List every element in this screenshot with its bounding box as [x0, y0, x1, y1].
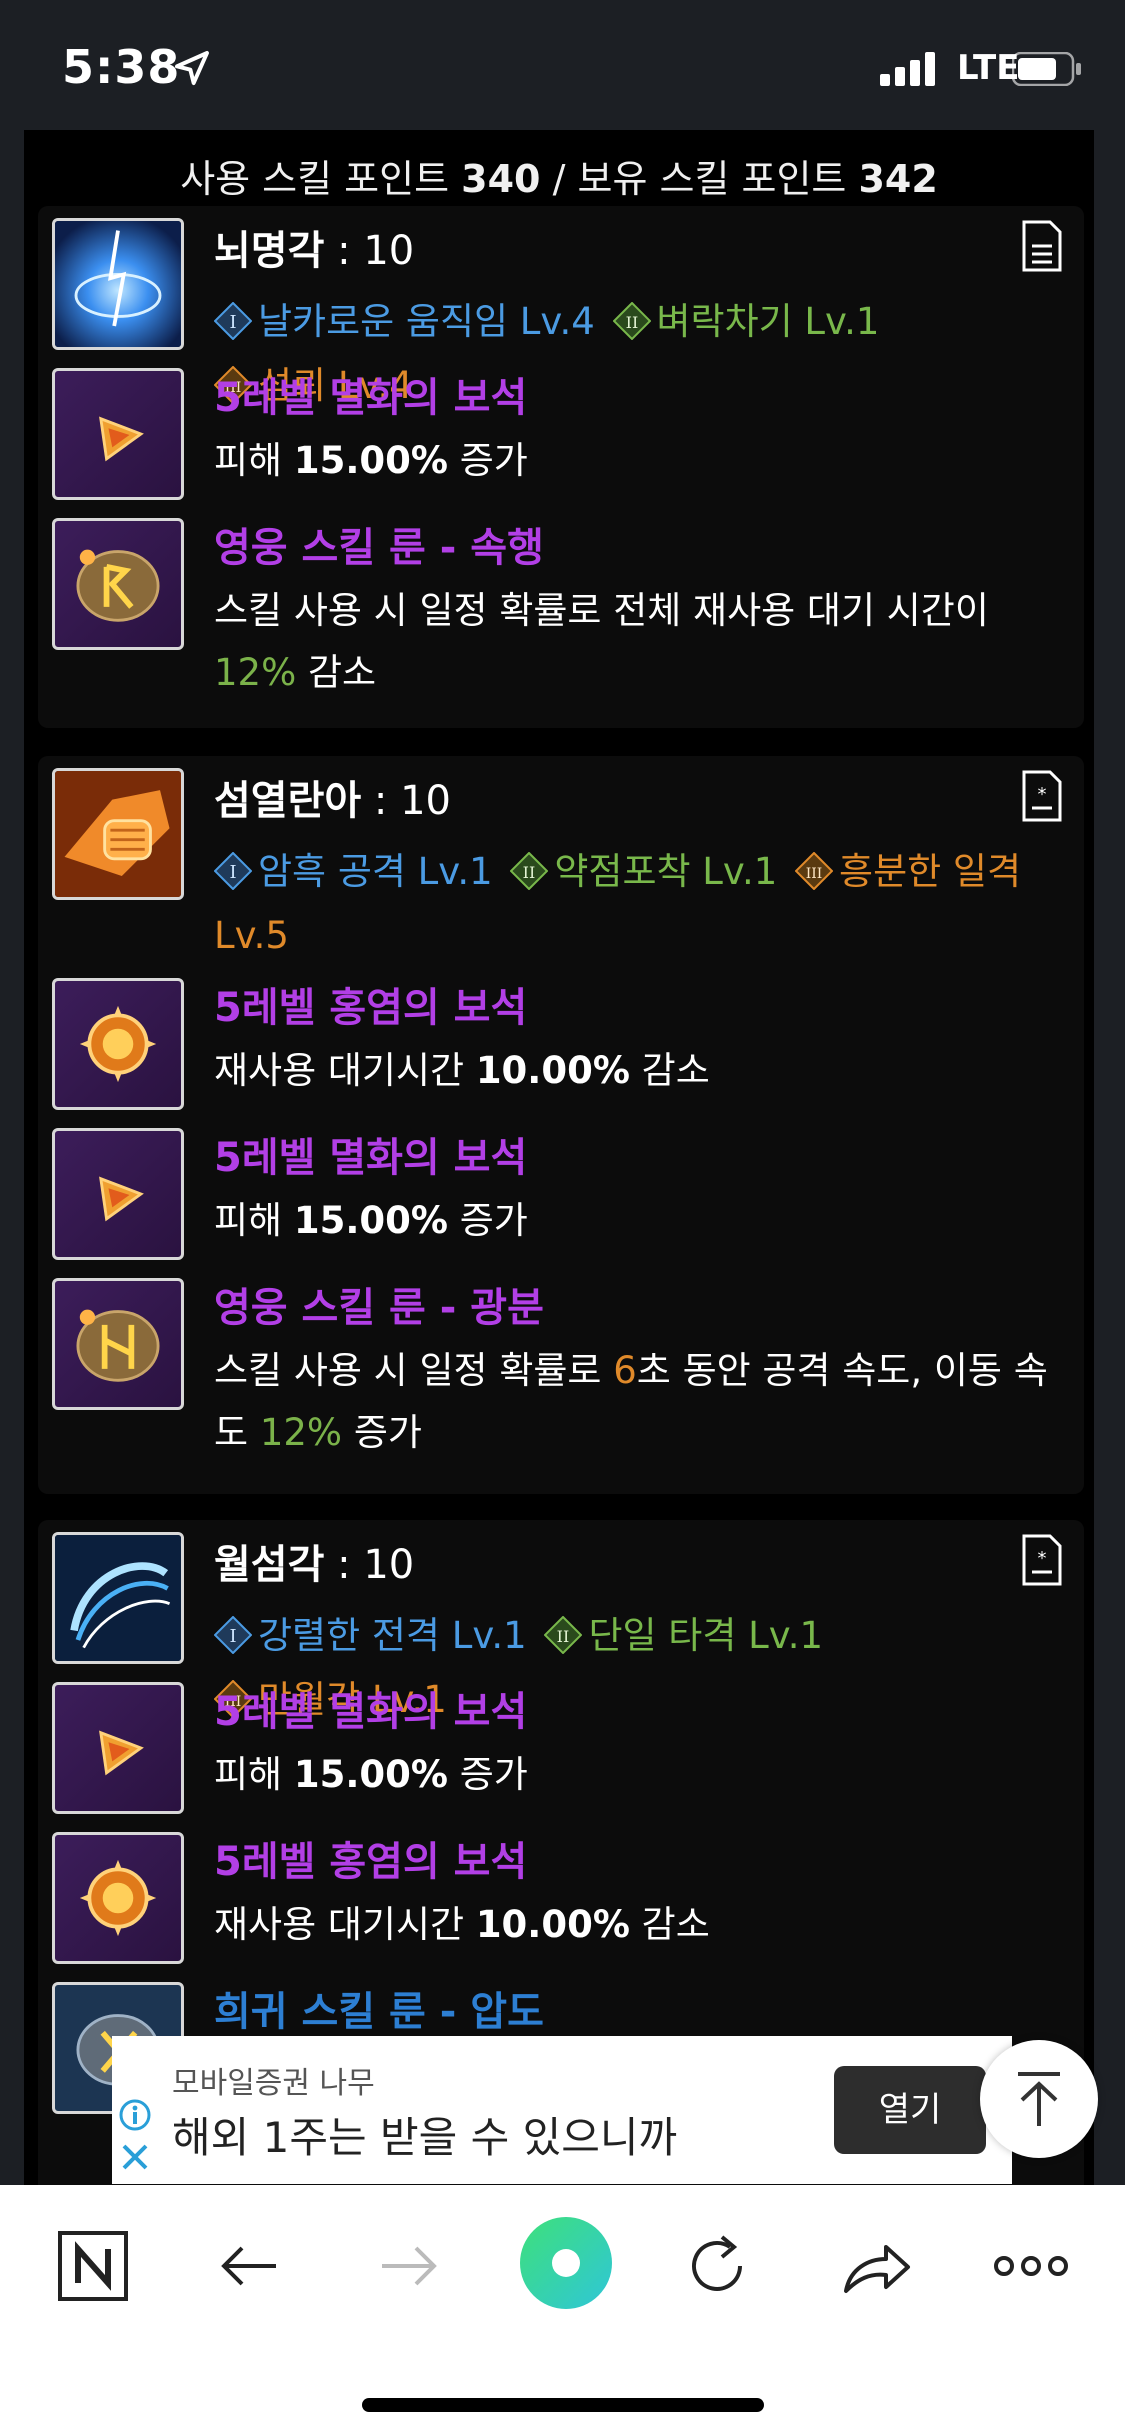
close-icon[interactable]	[118, 2140, 152, 2174]
skill-header: 월섬각 : 10 I 강렬한 전격 Lv.1 II 단일 타격 Lv.1 III 만월…	[52, 1532, 1072, 1721]
svg-text:II: II	[625, 313, 638, 332]
tripod-tier1: I 강렬한 전격 Lv.1	[214, 1614, 527, 1657]
gem-icon	[52, 978, 184, 1110]
tripod-list: I 암흑 공격 Lv.1 II 약점포착 Lv.1 III 흥분한 일격 Lv.5	[214, 840, 1072, 968]
skill-content[interactable]: 사용 스킬 포인트 340 / 보유 스킬 포인트 342 뇌명각 : 10 I…	[24, 130, 1094, 2185]
gem-description: 재사용 대기시간 10.00% 감소	[214, 1903, 710, 1946]
rune-icon	[52, 518, 184, 650]
gem-icon	[52, 1832, 184, 1964]
gem-item: 5레벨 멸화의 보석 피해 15.00% 증가	[52, 1128, 1072, 1268]
gem-icon	[52, 368, 184, 500]
rune-title: 영웅 스킬 룬 - 속행	[214, 525, 544, 571]
svg-text:I: I	[229, 862, 236, 883]
gem-title: 5레벨 멸화의 보석	[214, 375, 528, 421]
forward-arrow-icon[interactable]	[362, 2221, 452, 2311]
tripod-tier2: II 단일 타격 Lv.1	[544, 1614, 823, 1657]
ad-headline[interactable]: 해외 1주는 받을 수 있으니까	[172, 2104, 677, 2165]
ad-sponsor: 모바일증권 나무	[172, 2066, 375, 2101]
status-bar: 5:38 LTE	[0, 0, 1125, 130]
thunder-skill-icon	[52, 218, 184, 350]
gem-title: 5레벨 멸화의 보석	[214, 1689, 528, 1735]
naver-n-icon[interactable]	[48, 2221, 138, 2311]
network-label: LTE	[957, 48, 1020, 88]
skill-level: : 10	[361, 778, 452, 824]
tier-1-badge-icon: I	[214, 302, 252, 340]
tier-2-badge-icon: II	[544, 1616, 583, 1654]
skill-name: 섬열란아	[214, 778, 362, 824]
rune-item: 영웅 스킬 룬 - 속행 스킬 사용 시 일정 확률로 전체 재사용 대기 시간…	[52, 518, 1072, 708]
rune-item: 영웅 스킬 룬 - 광분 스킬 사용 시 일정 확률로 6초 동안 공격 속도,…	[52, 1278, 1072, 1478]
tripod-tier2: II 벼락차기 Lv.1	[612, 300, 879, 343]
gem-item: 5레벨 멸화의 보석 피해 15.00% 증가	[52, 368, 1072, 508]
skill-name: 뇌명각	[214, 228, 325, 274]
gem-item: 5레벨 멸화의 보석 피해 15.00% 증가	[52, 1682, 1072, 1822]
tripod-tier1: I 암흑 공격 Lv.1	[214, 850, 493, 893]
back-arrow-icon[interactable]	[206, 2221, 296, 2311]
tripod-tier2: II 약점포착 Lv.1	[510, 850, 777, 893]
gem-item: 5레벨 홍염의 보석 재사용 대기시간 10.00% 감소	[52, 978, 1072, 1118]
battery-icon	[1012, 52, 1081, 86]
skill-name: 월섬각	[214, 1542, 325, 1588]
green-orb-icon[interactable]	[518, 2215, 614, 2311]
rune-description: 스킬 사용 시 일정 확률로 6초 동안 공격 속도, 이동 속도 12% 증가	[214, 1349, 1048, 1454]
gem-icon	[52, 1128, 184, 1260]
scroll-to-top-button[interactable]	[980, 2040, 1098, 2158]
svg-text:I: I	[229, 1626, 236, 1647]
gem-item: 5레벨 홍염의 보석 재사용 대기시간 10.00% 감소	[52, 1832, 1072, 1972]
fist-skill-icon	[52, 768, 184, 900]
tier-2-badge-icon: II	[510, 852, 549, 890]
arrow-up-icon	[1018, 2072, 1060, 2126]
tripod-tier1: I 날카로운 움직임 Lv.4	[214, 300, 595, 343]
ad-banner[interactable]: 모바일증권 나무 해외 1주는 받을 수 있으니까 열기	[112, 2036, 1012, 2184]
gem-description: 재사용 대기시간 10.00% 감소	[214, 1049, 710, 1092]
rune-title: 영웅 스킬 룬 - 광분	[214, 1285, 544, 1331]
gem-description: 피해 15.00% 증가	[214, 1753, 528, 1796]
gem-description: 피해 15.00% 증가	[214, 439, 528, 482]
svg-text:III: III	[806, 866, 823, 882]
gem-title: 5레벨 홍염의 보석	[214, 985, 528, 1031]
gem-description: 피해 15.00% 증가	[214, 1199, 528, 1242]
tier-2-badge-icon: II	[612, 302, 651, 340]
status-time: 5:38	[62, 40, 181, 94]
skill-level: : 10	[324, 228, 415, 274]
gem-title: 5레벨 멸화의 보석	[214, 1135, 528, 1181]
rune-title: 희귀 스킬 룬 - 압도	[214, 1989, 544, 2035]
location-arrow-icon	[175, 51, 209, 85]
tier-1-badge-icon: I	[214, 852, 252, 890]
skill-header: 뇌명각 : 10 I 날카로운 움직임 Lv.4 II 벼락차기 Lv.1 III 섬…	[52, 218, 1072, 407]
more-icon[interactable]	[986, 2221, 1076, 2311]
skill-header: 섬열란아 : 10 I 암흑 공격 Lv.1 II 약점포착 Lv.1 III 흥분한…	[52, 768, 1072, 968]
refresh-icon[interactable]	[672, 2221, 762, 2311]
ad-open-button[interactable]: 열기	[834, 2066, 986, 2154]
share-icon[interactable]	[830, 2221, 920, 2311]
skill-card: 뇌명각 : 10 I 날카로운 움직임 Lv.4 II 벼락차기 Lv.1 III 섬…	[38, 206, 1084, 728]
gem-title: 5레벨 홍염의 보석	[214, 1839, 528, 1885]
home-indicator	[362, 2398, 764, 2412]
gem-icon	[52, 1682, 184, 1814]
rune-description: 스킬 사용 시 일정 확률로 전체 재사용 대기 시간이 12% 감소	[214, 589, 989, 694]
skill-level: : 10	[324, 1542, 415, 1588]
info-icon[interactable]	[118, 2098, 152, 2132]
moon-kick-skill-icon	[52, 1532, 184, 1664]
rune-icon	[52, 1278, 184, 1410]
tier-3-badge-icon: III	[795, 852, 834, 890]
svg-text:II: II	[557, 1627, 570, 1646]
signal-icon	[880, 52, 935, 86]
skill-card: * 섬열란아 : 10 I 암흑 공격 Lv.1 II 약점포착 Lv.1 III 흥…	[38, 756, 1084, 1494]
skill-points-summary: 사용 스킬 포인트 340 / 보유 스킬 포인트 342	[180, 157, 938, 201]
svg-text:II: II	[523, 863, 536, 882]
svg-text:I: I	[229, 312, 236, 333]
tier-1-badge-icon: I	[214, 1616, 252, 1654]
